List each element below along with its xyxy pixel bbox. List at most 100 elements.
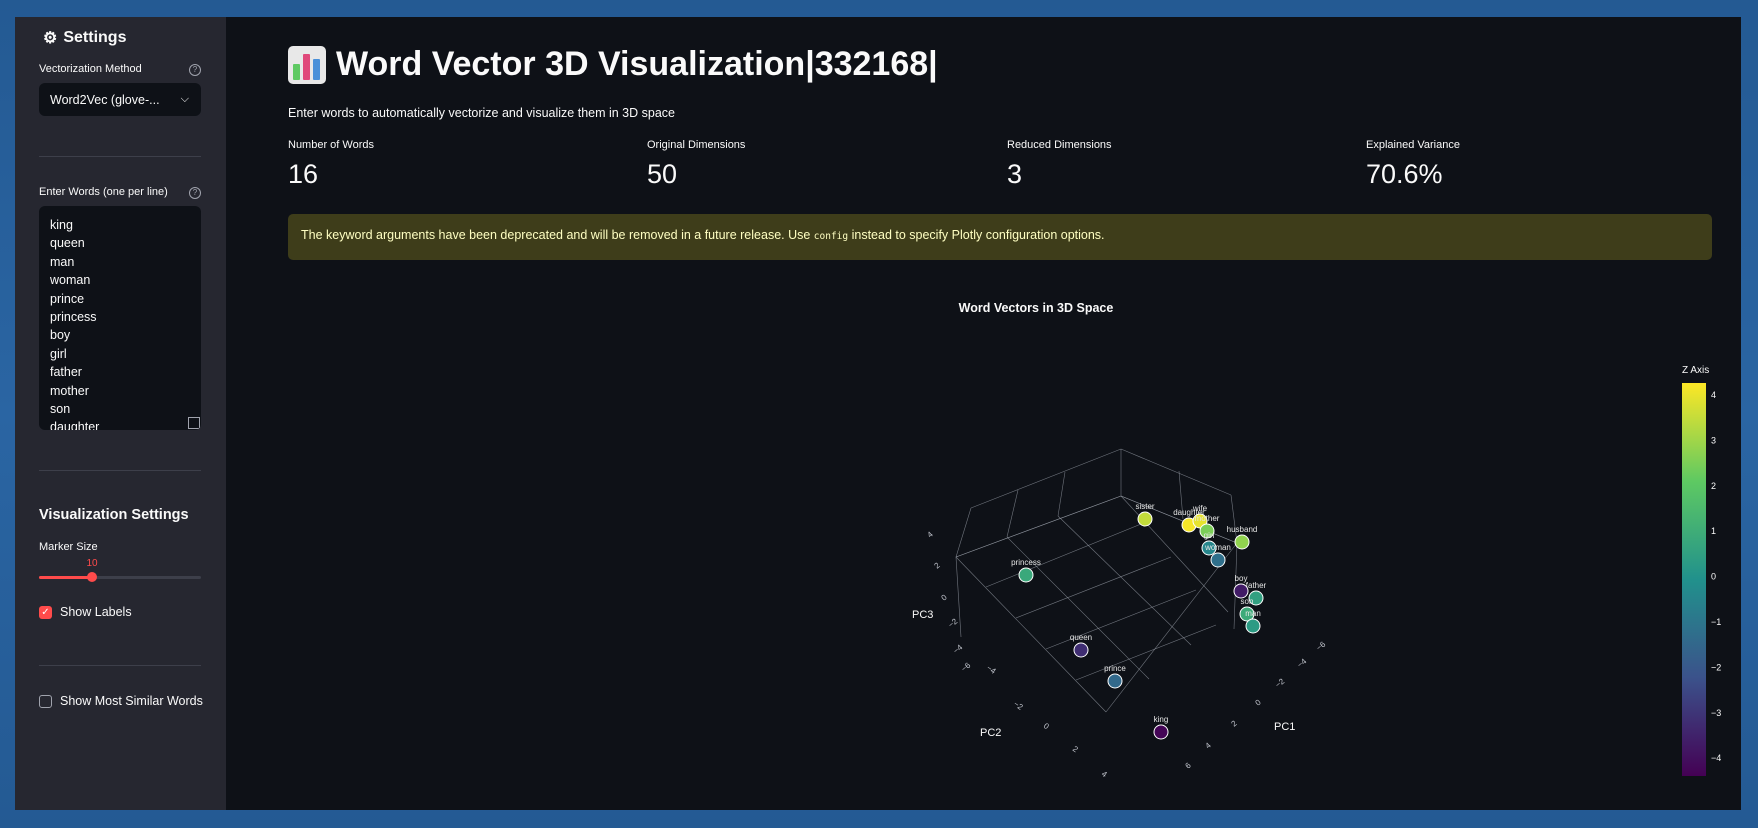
viz-settings-heading: Visualization Settings: [39, 507, 189, 523]
word-line: man: [50, 254, 75, 269]
grid-line: [985, 521, 1147, 588]
method-select[interactable]: Word2Vec (glove-... ⌵: [39, 83, 201, 116]
word-line: queen: [50, 236, 85, 251]
colorbar-tick-label: 3: [1711, 435, 1716, 445]
data-point[interactable]: [1137, 511, 1153, 527]
data-point[interactable]: [1153, 724, 1169, 740]
word-line: mother: [50, 383, 89, 398]
data-point[interactable]: [1073, 642, 1089, 658]
axis-title-pc2: PC2: [980, 727, 1001, 739]
words-label: Enter Words (one per line): [39, 186, 168, 198]
scatter-3d-chart[interactable]: PC3PC2 PC1420−2−4−6 −4−2024−6−4−20246siste…: [226, 17, 1741, 810]
pc1-tick-label: −6: [1315, 639, 1328, 652]
colorbar-tick-label: −2: [1711, 662, 1721, 672]
check-icon[interactable]: ✓: [39, 605, 52, 619]
pc1-tick-label: 6: [1184, 760, 1194, 770]
colorbar-tick-label: −4: [1711, 753, 1721, 763]
grid-line: [1105, 542, 1238, 713]
marker-size-slider[interactable]: [39, 572, 201, 582]
sidebar-divider: [39, 470, 201, 471]
grid-line: [970, 448, 1122, 509]
point-label: woman: [1204, 543, 1231, 552]
point-label: husband: [1227, 525, 1258, 534]
colorbar-tick-label: 4: [1711, 390, 1716, 400]
point-label: queen: [1070, 633, 1092, 642]
chevron-down-icon: ⌵: [180, 93, 189, 105]
help-icon[interactable]: ?: [189, 187, 201, 199]
sidebar: ⚙ Settings Vectorization Method ? Word2V…: [15, 17, 226, 810]
slider-thumb[interactable]: [87, 572, 98, 582]
data-point[interactable]: [1018, 567, 1034, 583]
colorbar-tick-label: 2: [1711, 481, 1716, 491]
point-label: girl: [1204, 531, 1215, 540]
axis-title-pc1: PC1: [1274, 721, 1295, 733]
word-line: daughter: [50, 420, 100, 430]
pc3-tick-label: 0: [940, 592, 950, 602]
point-label: princess: [1011, 558, 1041, 567]
pc3-tick-label: −4: [952, 642, 965, 655]
pc2-tick-label: 0: [1042, 721, 1051, 731]
sidebar-title-label: Settings: [63, 29, 127, 46]
pc2-tick-label: −4: [985, 663, 998, 676]
data-point[interactable]: [1210, 552, 1226, 568]
pc3-tick-label: 2: [933, 560, 943, 570]
grid-line: [955, 495, 1122, 558]
point-label: king: [1154, 715, 1169, 724]
point-label: son: [1241, 597, 1254, 606]
sidebar-title: ⚙ Settings: [43, 28, 126, 48]
grid-line: [1006, 489, 1019, 538]
pc2-tick-label: 4: [1100, 769, 1109, 779]
marker-size-value: 10: [86, 558, 98, 569]
show-labels-checkbox[interactable]: ✓ Show Labels: [39, 605, 132, 619]
point-label: prince: [1104, 664, 1126, 673]
pc3-tick-label: −2: [947, 616, 960, 629]
colorbar-tick-label: −3: [1711, 708, 1721, 718]
pc1-tick-label: 4: [1204, 740, 1214, 750]
main-content: Word Vector 3D Visualization|332168| Ent…: [226, 17, 1741, 810]
point-label: wife: [1192, 504, 1208, 513]
pc3-tick-label: −6: [960, 660, 973, 673]
grid-line: [1230, 494, 1238, 544]
colorbar: [1682, 383, 1706, 776]
data-point[interactable]: [1107, 673, 1123, 689]
point-label: man: [1245, 609, 1261, 618]
word-line: prince: [50, 291, 85, 306]
word-line: princess: [50, 310, 97, 325]
pc1-tick-label: −4: [1296, 656, 1309, 669]
pc1-tick-label: −2: [1274, 676, 1287, 689]
grid-line: [955, 507, 972, 558]
grid-line: [1057, 515, 1192, 646]
point-label: mother: [1195, 514, 1220, 523]
word-line: girl: [50, 346, 67, 361]
data-point[interactable]: [1234, 534, 1250, 550]
sidebar-divider: [39, 156, 201, 157]
colorbar-title: Z Axis: [1682, 365, 1709, 376]
axis-title-pc3: PC3: [912, 609, 933, 621]
slider-fill: [39, 576, 93, 579]
data-point[interactable]: [1245, 618, 1261, 634]
help-icon[interactable]: ?: [189, 64, 201, 76]
checkbox-icon[interactable]: [39, 694, 52, 708]
marker-size-label: Marker Size: [39, 541, 98, 553]
similar-words-checkbox[interactable]: Show Most Similar Words: [39, 694, 203, 708]
word-line: boy: [50, 328, 71, 343]
grid-line: [1075, 624, 1217, 681]
colorbar-tick-label: −1: [1711, 617, 1721, 627]
gear-icon: ⚙: [43, 30, 58, 47]
similar-words-text: Show Most Similar Words: [60, 694, 203, 708]
word-line: father: [50, 365, 82, 380]
words-textarea[interactable]: king queen man woman prince princess boy girl fa…: [39, 206, 201, 430]
grid-line: [1120, 448, 1232, 496]
point-label: sister: [1135, 502, 1154, 511]
word-line: woman: [50, 273, 91, 288]
pc3-tick-label: 4: [926, 529, 936, 539]
word-line: king: [50, 218, 73, 232]
word-line: son: [50, 402, 71, 417]
colorbar-tick-label: 0: [1711, 572, 1716, 582]
colorbar-tick-label: 1: [1711, 526, 1716, 536]
resize-handle-icon[interactable]: [188, 417, 200, 429]
pc2-tick-label: 2: [1071, 744, 1080, 754]
app-window: ⚙ Settings Vectorization Method ? Word2V…: [15, 17, 1741, 810]
method-select-value: Word2Vec (glove-...: [50, 92, 160, 107]
point-label: father: [1246, 581, 1267, 590]
